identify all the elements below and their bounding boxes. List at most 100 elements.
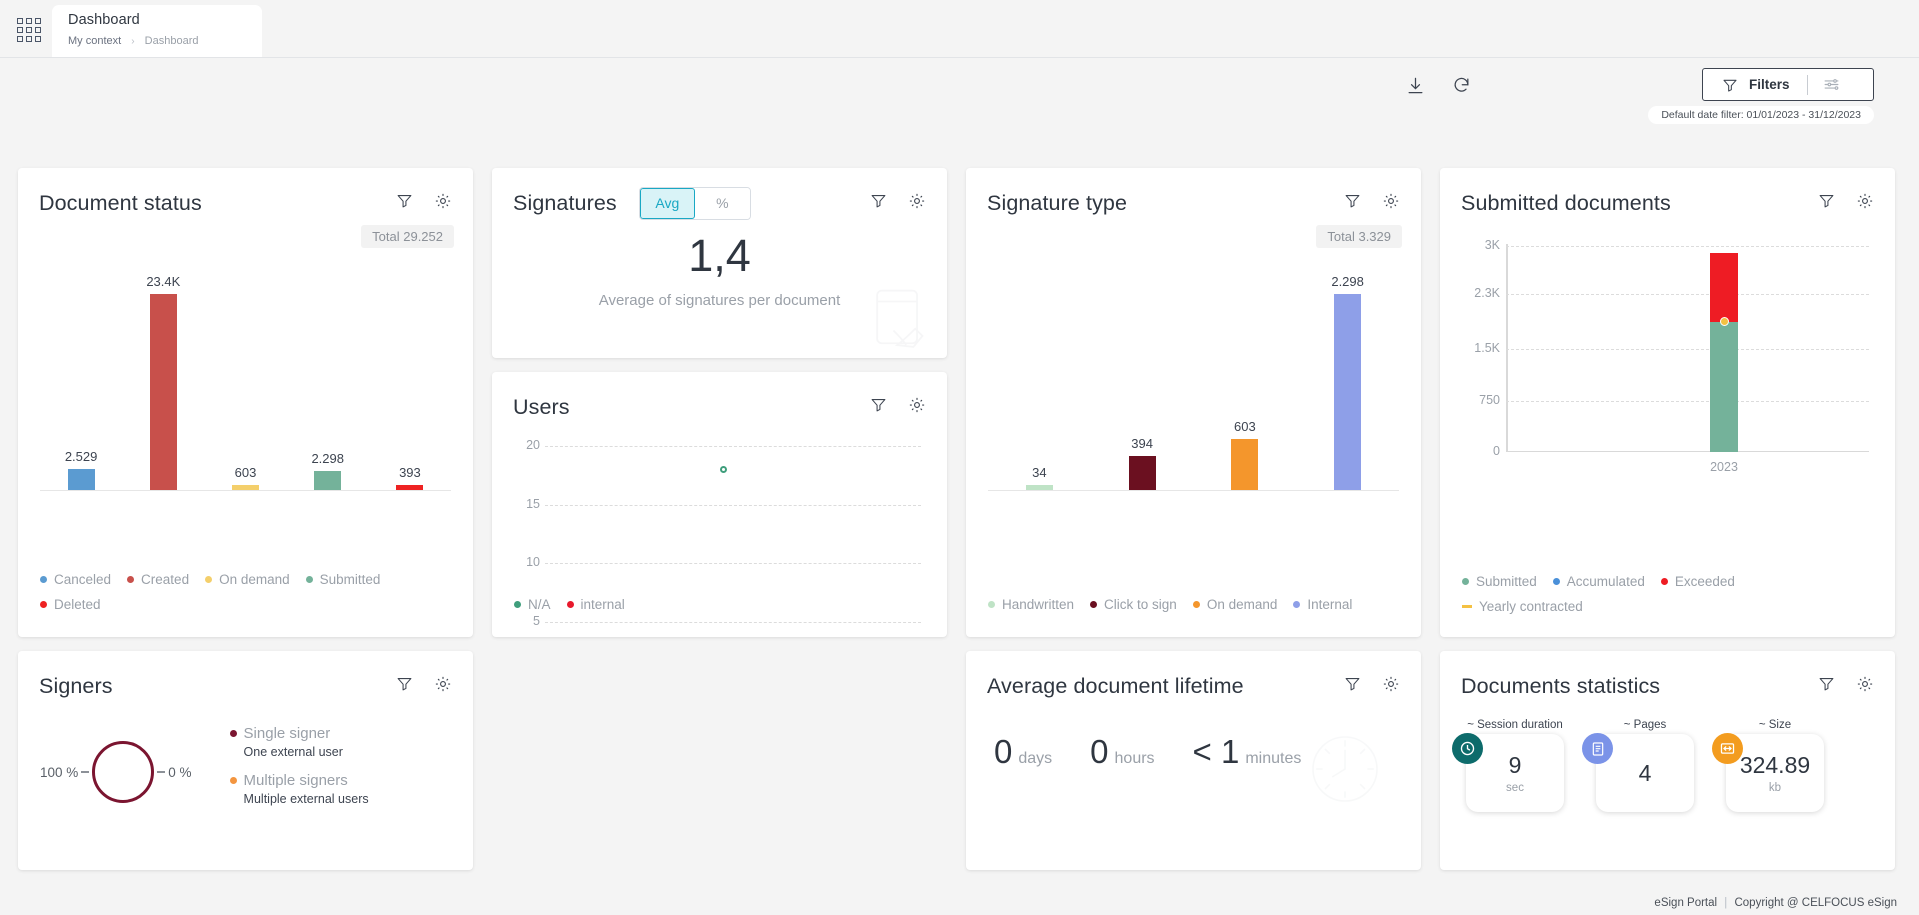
gear-icon[interactable] xyxy=(1856,192,1874,215)
filter-funnel-icon[interactable] xyxy=(396,192,413,214)
gear-icon[interactable] xyxy=(434,675,452,698)
legend-item[interactable]: On demand xyxy=(205,569,290,590)
gear-icon[interactable] xyxy=(1382,192,1400,215)
filter-funnel-icon[interactable] xyxy=(1818,675,1835,697)
refresh-icon[interactable] xyxy=(1446,70,1476,100)
signer-type-row: Multiple signers xyxy=(229,772,369,789)
card-actions xyxy=(870,396,926,419)
bar-column[interactable]: 393 xyxy=(369,266,451,490)
filter-funnel-icon[interactable] xyxy=(1344,192,1361,214)
bar-column[interactable]: 603 xyxy=(1194,266,1297,490)
download-icon[interactable] xyxy=(1400,70,1430,100)
signatures-mode-toggle[interactable]: Avg % xyxy=(638,186,751,220)
legend-color-dot xyxy=(1192,601,1200,608)
filter-funnel-icon[interactable] xyxy=(396,675,413,697)
legend-label: Yearly contracted xyxy=(1479,599,1583,614)
gear-icon[interactable] xyxy=(908,192,926,215)
filter-funnel-icon[interactable] xyxy=(1818,192,1835,214)
card-users: Users 2023 05101520 N/Ainternal xyxy=(492,372,947,637)
bar[interactable] xyxy=(396,485,424,490)
sliders-icon[interactable] xyxy=(1823,76,1840,93)
legend-item[interactable]: Accumulated xyxy=(1552,571,1645,592)
bar-column[interactable]: 2.298 xyxy=(1296,266,1399,490)
tab-label: Dashboard xyxy=(68,12,140,28)
legend-item[interactable]: Internal xyxy=(1293,594,1352,615)
bar-column[interactable]: 394 xyxy=(1091,266,1194,490)
bar-segment-exceeded[interactable] xyxy=(1710,252,1738,322)
bar[interactable] xyxy=(1334,294,1362,490)
bar[interactable] xyxy=(67,468,95,490)
document-pages-icon xyxy=(1582,733,1613,764)
bar-column[interactable]: 34 xyxy=(988,266,1091,490)
toolbar-divider xyxy=(1806,74,1808,95)
gear-icon[interactable] xyxy=(908,396,926,419)
card-documents-statistics: Documents statistics ~ Session duration 9… xyxy=(1440,651,1895,870)
stat-item[interactable]: ~ Pages 4 xyxy=(1582,719,1694,812)
scatter-point[interactable] xyxy=(719,465,727,473)
bar-segment-submitted[interactable] xyxy=(1710,321,1738,452)
legend-item[interactable]: Exceeded xyxy=(1660,571,1735,592)
tab-dashboard[interactable]: Dashboard My context › Dashboard xyxy=(52,5,262,58)
legend-label: Internal xyxy=(1307,597,1353,612)
bar[interactable] xyxy=(314,470,342,490)
legend-item[interactable]: Yearly contracted xyxy=(1462,596,1583,617)
y-axis-tick-label: 750 xyxy=(1479,392,1500,407)
stat-item[interactable]: ~ Session duration 9 sec xyxy=(1452,719,1564,812)
bar-value-label: 603 xyxy=(1234,418,1256,434)
stat-item[interactable]: ~ Size 324.89 kb xyxy=(1712,719,1824,812)
gear-icon[interactable] xyxy=(1382,675,1400,698)
chart-y-axis xyxy=(1506,244,1508,452)
filter-funnel-icon[interactable] xyxy=(870,396,887,418)
y-axis-tick-label: 15 xyxy=(526,496,540,511)
legend-item[interactable]: Click to sign xyxy=(1090,594,1177,615)
signer-type-label: Multiple signers xyxy=(243,772,348,789)
bar-value-label: 393 xyxy=(399,465,421,480)
filter-funnel-icon[interactable] xyxy=(870,192,887,214)
list-item[interactable]: Multiple signers Multiple external users xyxy=(229,772,369,806)
filter-funnel-icon[interactable] xyxy=(1344,675,1361,697)
breadcrumb-root[interactable]: My context xyxy=(68,35,121,47)
list-item[interactable]: Single signer One external user xyxy=(229,725,369,759)
bar[interactable] xyxy=(149,294,177,490)
legend-item[interactable]: Submitted xyxy=(305,569,380,590)
bar-column[interactable]: 23.4K xyxy=(122,266,204,490)
page-title-signers: Signers xyxy=(39,673,113,698)
legend-color-dot xyxy=(1660,578,1668,585)
default-date-filter-badge: Default date filter: 01/01/2023 - 31/12/… xyxy=(1648,106,1874,124)
gear-icon[interactable] xyxy=(1856,675,1874,698)
page-title-average-document-lifetime: Average document lifetime xyxy=(987,673,1244,698)
legend-item[interactable]: N/A xyxy=(514,594,551,615)
legend-item[interactable]: Submitted xyxy=(1462,571,1537,592)
bar-column[interactable]: 2.298 xyxy=(287,266,369,490)
gear-icon[interactable] xyxy=(434,192,452,215)
gridline xyxy=(1506,246,1869,247)
filter-funnel-icon xyxy=(1722,77,1738,93)
bar[interactable] xyxy=(1231,438,1259,490)
legend-color-dot xyxy=(1552,578,1560,585)
yearly-contracted-marker[interactable] xyxy=(1719,317,1729,327)
legend-color-dot xyxy=(40,576,47,583)
legend-item[interactable]: Handwritten xyxy=(988,594,1074,615)
page-title-signatures: Signatures xyxy=(513,190,617,215)
filters-button[interactable]: Filters xyxy=(1702,68,1874,101)
legend-color-dot xyxy=(988,601,995,608)
legend-item[interactable]: internal xyxy=(566,594,625,615)
apps-grid-icon[interactable] xyxy=(17,18,43,42)
bar-column[interactable]: 2.529 xyxy=(40,266,122,490)
legend-item[interactable]: Canceled xyxy=(40,569,111,590)
bar[interactable] xyxy=(1128,456,1156,490)
breadcrumb-current: Dashboard xyxy=(144,35,199,47)
signers-right-percent: 0 % xyxy=(168,764,192,780)
toggle-option-percent[interactable]: % xyxy=(694,187,750,219)
bar-column[interactable]: 603 xyxy=(204,266,286,490)
bar[interactable] xyxy=(1025,485,1053,490)
lifetime-unit: minutes xyxy=(1245,750,1302,767)
bar[interactable] xyxy=(232,484,259,490)
toggle-option-avg[interactable]: Avg xyxy=(639,187,695,219)
legend-label: internal xyxy=(580,597,625,612)
legend-item[interactable]: Created xyxy=(127,569,189,590)
legend-item[interactable]: On demand xyxy=(1192,594,1277,615)
legend-item[interactable]: Deleted xyxy=(40,594,101,615)
card-actions xyxy=(1818,675,1874,698)
chart-legend: Canceled Created On demand Submitted Deleted xyxy=(40,569,457,619)
